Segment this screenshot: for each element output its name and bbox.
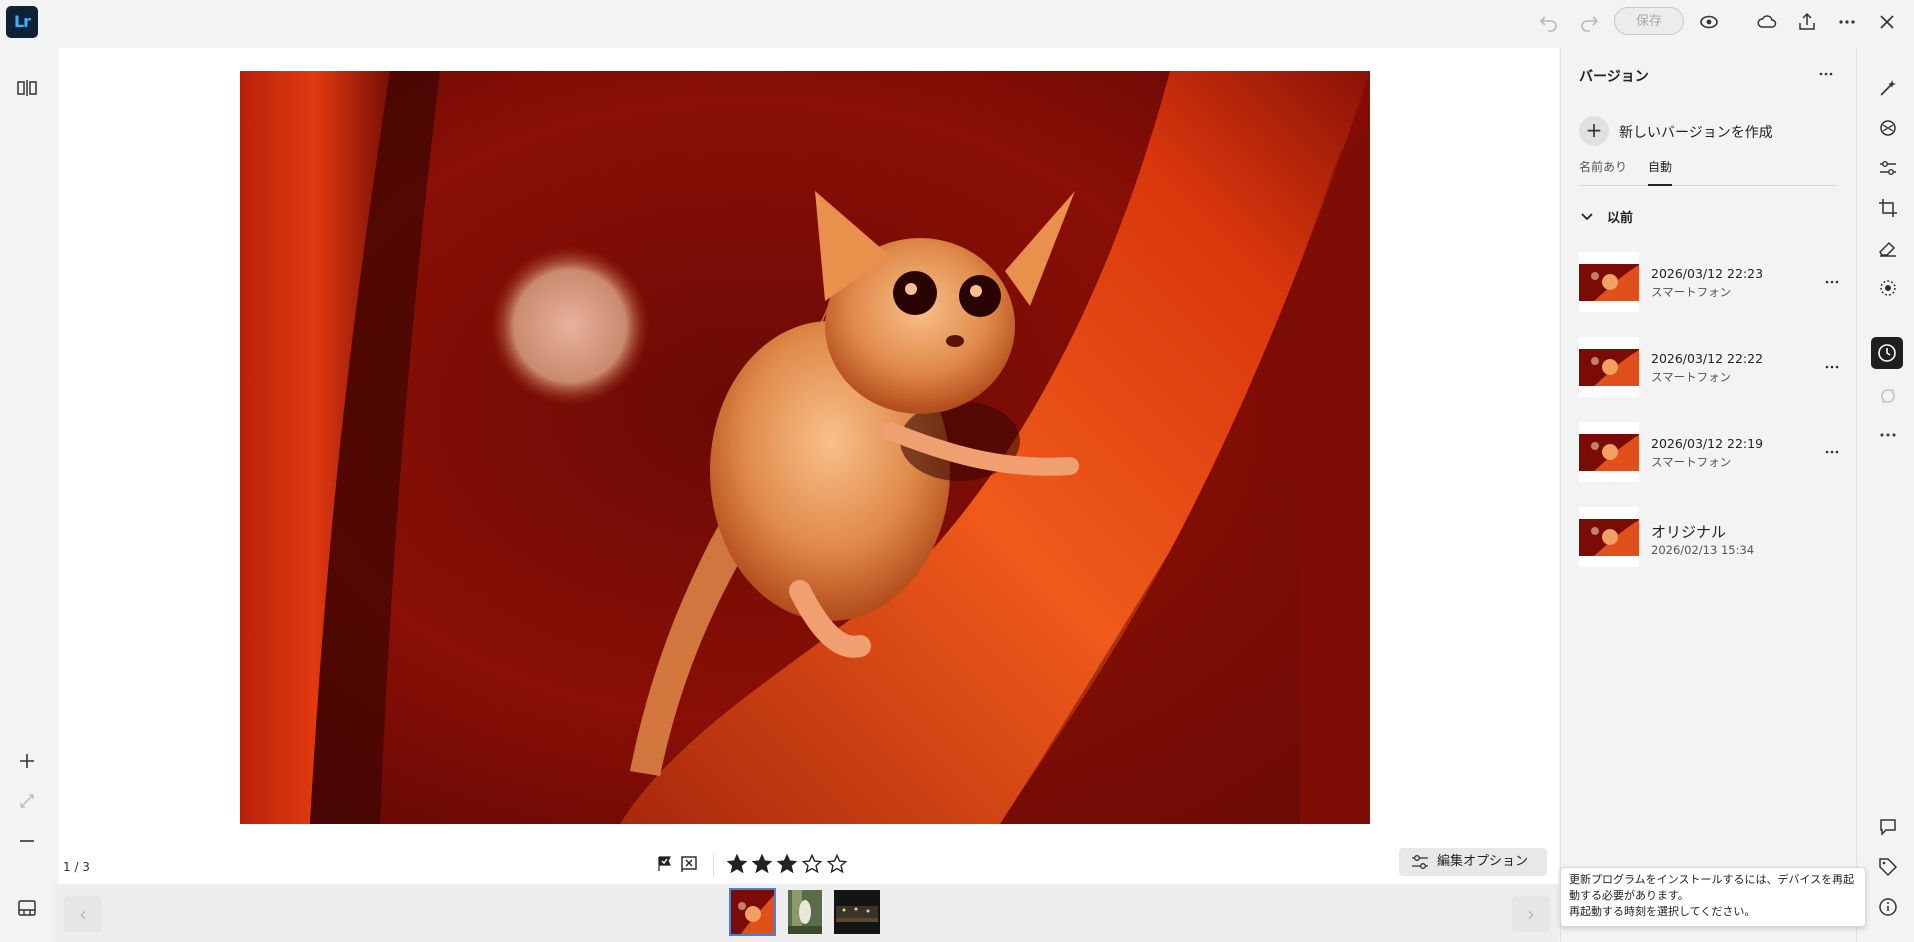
main-photo[interactable]	[240, 71, 1370, 824]
version-thumb-2[interactable]	[1579, 337, 1639, 397]
star-empty-icon[interactable]	[826, 853, 848, 875]
cloud-icon[interactable]	[1755, 10, 1779, 34]
save-button[interactable]: 保存	[1614, 7, 1684, 35]
star-filled-icon[interactable]	[776, 853, 798, 875]
version-source-2: スマートフォン	[1651, 370, 1732, 384]
filmstrip-thumb-1[interactable]	[729, 888, 776, 936]
star-empty-icon[interactable]	[801, 853, 823, 875]
version-date-2: 2026/03/12 22:22	[1651, 351, 1764, 366]
version-date-1: 2026/03/12 22:23	[1651, 266, 1764, 281]
page-counter: 1 / 3	[63, 860, 90, 874]
undo-icon[interactable]	[1537, 10, 1561, 34]
star-filled-icon[interactable]	[751, 853, 773, 875]
history-clock-icon	[1875, 341, 1899, 365]
version-more-icon[interactable]	[1824, 274, 1840, 290]
zoom-in-icon[interactable]	[15, 749, 39, 773]
create-new-version-label: 新しいバージョンを作成	[1619, 125, 1773, 141]
redo-icon[interactable]	[1577, 10, 1601, 34]
tab-baseline	[1579, 185, 1837, 186]
filmstrip-toggle-icon[interactable]	[15, 896, 39, 920]
versions-panel	[1560, 48, 1856, 942]
version-original-label: オリジナル	[1651, 523, 1727, 541]
version-more-icon[interactable]	[1824, 359, 1840, 375]
previous-photo-button[interactable]: ‹	[64, 896, 102, 932]
version-original-date: 2026/02/13 15:34	[1651, 543, 1755, 557]
lightroom-logo: Lr	[6, 6, 38, 38]
ai-remove-icon[interactable]	[1876, 384, 1900, 408]
section-previous[interactable]: 以前	[1607, 207, 1633, 226]
tag-icon[interactable]	[1876, 855, 1900, 879]
flag-reject-icon[interactable]	[679, 854, 699, 874]
version-thumb-original[interactable]	[1579, 507, 1639, 567]
crop-icon[interactable]	[1876, 196, 1900, 220]
share-icon[interactable]	[1795, 10, 1819, 34]
notification-text-1: 更新プログラムをインストールするには、デバイスを再起動する必要があります。	[1569, 873, 1855, 902]
panel-title: バージョン	[1579, 69, 1649, 85]
compare-view-icon[interactable]	[15, 76, 39, 100]
tab-auto[interactable]: 自動	[1648, 158, 1672, 175]
edit-sliders-icon[interactable]	[1876, 156, 1900, 180]
flag-pick-icon[interactable]	[655, 854, 675, 874]
edit-options-button[interactable]: 編集オプション	[1399, 848, 1547, 876]
update-notification[interactable]: 更新プログラムをインストールするには、デバイスを再起動する必要があります。 再起…	[1560, 867, 1866, 927]
version-source-3: スマートフォン	[1651, 455, 1732, 469]
fit-screen-icon[interactable]	[15, 789, 39, 813]
comment-icon[interactable]	[1876, 815, 1900, 839]
sliders-icon	[1411, 854, 1429, 870]
divider	[713, 854, 714, 876]
more-tools-icon[interactable]	[1876, 423, 1900, 447]
presets-icon[interactable]	[1876, 116, 1900, 140]
version-more-icon[interactable]	[1824, 444, 1840, 460]
star-filled-icon[interactable]	[726, 853, 748, 875]
version-date-3: 2026/03/12 22:19	[1651, 436, 1764, 451]
edit-options-label: 編集オプション	[1437, 854, 1529, 869]
filmstrip-thumb-2[interactable]	[788, 890, 822, 934]
version-source-1: スマートフォン	[1651, 285, 1732, 299]
version-thumb-3[interactable]	[1579, 422, 1639, 482]
plus-icon: +	[1579, 116, 1609, 146]
version-thumb-1[interactable]	[1579, 252, 1639, 312]
active-tab-indicator	[1648, 184, 1672, 186]
auto-edit-wand-icon[interactable]	[1876, 76, 1900, 100]
next-photo-button[interactable]: ›	[1512, 896, 1550, 932]
filmstrip-thumb-3[interactable]	[834, 890, 880, 934]
masking-icon[interactable]	[1876, 276, 1900, 300]
zoom-out-icon[interactable]	[15, 829, 39, 853]
star-rating[interactable]	[726, 853, 851, 875]
preview-eye-icon[interactable]	[1697, 10, 1721, 34]
more-options-icon[interactable]	[1835, 10, 1859, 34]
tools-rail	[1856, 48, 1914, 942]
eraser-icon[interactable]	[1876, 236, 1900, 260]
notification-text-2: 再起動する時刻を選択してください。	[1569, 905, 1756, 918]
info-icon[interactable]	[1876, 895, 1900, 919]
panel-more-icon[interactable]	[1818, 66, 1834, 82]
tab-named[interactable]: 名前あり	[1579, 158, 1627, 175]
chevron-down-icon[interactable]	[1579, 209, 1595, 225]
close-icon[interactable]	[1875, 10, 1899, 34]
